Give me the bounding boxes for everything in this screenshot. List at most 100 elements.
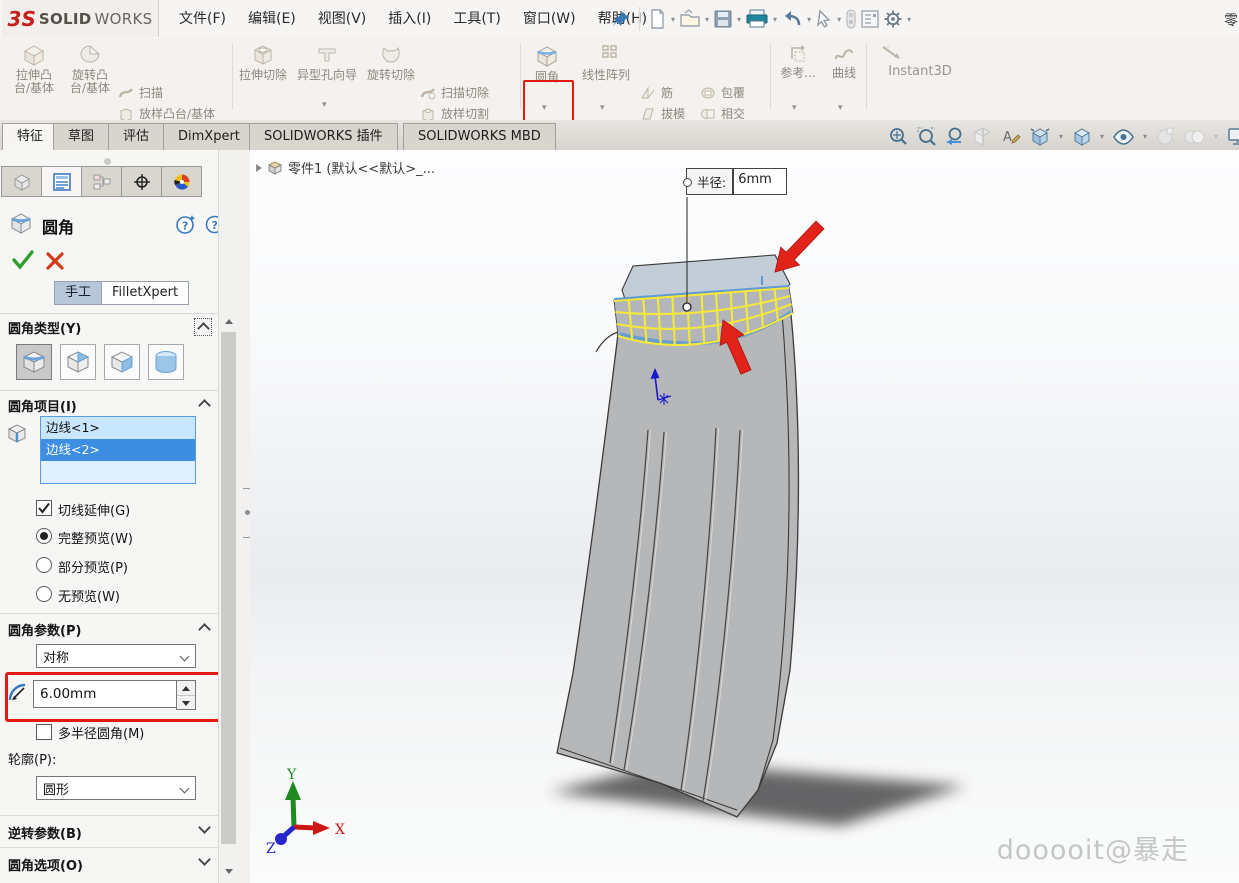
- partial-preview-radio[interactable]: [36, 557, 52, 573]
- collapse-items-button[interactable]: [196, 396, 212, 412]
- display-style-icon[interactable]: [1071, 126, 1092, 147]
- whats-new-help-icon[interactable]: ?: [176, 214, 197, 235]
- hide-show-items-icon[interactable]: [1112, 126, 1135, 147]
- menu-window[interactable]: 窗口(W): [512, 0, 587, 38]
- manual-mode-tab[interactable]: 手工: [54, 281, 102, 305]
- cancel-button[interactable]: [46, 252, 64, 270]
- dropdown-arrow[interactable]: ▾: [837, 15, 841, 24]
- scrollbar-thumb[interactable]: [221, 332, 236, 844]
- menu-file[interactable]: 文件(F): [168, 0, 237, 38]
- expand-options-button[interactable]: [196, 853, 212, 869]
- collapse-fillet-type-button[interactable]: [194, 318, 212, 336]
- dropdown-arrow[interactable]: ▾: [907, 15, 911, 24]
- dropdown-arrow[interactable]: ▾: [773, 15, 777, 24]
- zoom-area-icon[interactable]: [916, 126, 937, 147]
- display-manager-tab[interactable]: [161, 166, 202, 197]
- revolve-boss-button[interactable]: 旋转凸台/基体: [64, 40, 116, 118]
- rib-button[interactable]: 筋: [640, 82, 685, 103]
- profile-dropdown[interactable]: 圆形: [36, 776, 196, 800]
- dropdown-arrow[interactable]: ▾: [322, 100, 327, 110]
- extrude-boss-button[interactable]: 拉伸凸台/基体: [8, 40, 60, 118]
- open-icon[interactable]: [679, 9, 701, 29]
- edit-appearance-icon[interactable]: [1155, 126, 1176, 147]
- tangent-propagation-checkbox[interactable]: [36, 500, 52, 516]
- select-icon[interactable]: [815, 9, 833, 29]
- dropdown-arrow[interactable]: ▾: [671, 15, 675, 24]
- dropdown-arrow[interactable]: ▾: [1143, 132, 1147, 141]
- tab-dimxpert[interactable]: DimXpert: [163, 123, 255, 150]
- zoom-fit-icon[interactable]: [888, 126, 909, 147]
- tab-features[interactable]: 特征: [2, 123, 58, 150]
- instant3d-button[interactable]: Instant3D: [872, 40, 968, 118]
- dropdown-arrow[interactable]: ▾: [600, 103, 605, 113]
- panel-scrollbar[interactable]: [218, 150, 239, 883]
- part-name[interactable]: 零件1 (默认<<默认>_...: [288, 158, 435, 177]
- dimxpert-manager-tab[interactable]: [121, 166, 162, 197]
- model-front-face[interactable]: [557, 314, 798, 817]
- radius-callout[interactable]: 半径: 6mm: [686, 168, 787, 195]
- tab-sw-mbd[interactable]: SOLIDWORKS MBD: [403, 123, 556, 150]
- edge-selection-listbox[interactable]: 边线<1> 边线<2>: [40, 416, 196, 484]
- collapse-parameters-button[interactable]: [196, 620, 212, 636]
- linear-pattern-button[interactable]: 线性阵列: [574, 40, 638, 118]
- view-settings-icon[interactable]: [1226, 126, 1239, 147]
- edge-item-1[interactable]: 边线<1>: [41, 417, 195, 439]
- previous-view-icon[interactable]: [944, 126, 965, 147]
- menu-tools[interactable]: 工具(T): [442, 0, 511, 38]
- scroll-down-button[interactable]: [219, 864, 238, 879]
- filletxpert-mode-tab[interactable]: FilletXpert: [102, 281, 189, 305]
- configuration-manager-tab[interactable]: [81, 166, 122, 197]
- tab-sketch[interactable]: 草图: [53, 123, 109, 150]
- model-canvas[interactable]: [250, 150, 1239, 883]
- reference-geometry-button[interactable]: 参考...: [774, 40, 822, 118]
- undo-icon[interactable]: [781, 9, 803, 29]
- menu-view[interactable]: 视图(V): [307, 0, 378, 38]
- save-icon[interactable]: [713, 9, 733, 29]
- feature-tree-flyout[interactable]: 零件1 (默认<<默认>_...: [256, 158, 435, 177]
- dropdown-arrow[interactable]: ▾: [1100, 132, 1104, 141]
- apply-scene-icon[interactable]: [1183, 126, 1206, 147]
- fillet-button[interactable]: 圆角: [524, 40, 570, 118]
- sweep-cut-button[interactable]: 扫描切除: [420, 82, 489, 103]
- full-round-fillet-button[interactable]: [148, 344, 184, 380]
- menu-edit[interactable]: 编辑(E): [237, 0, 307, 38]
- multi-radius-checkbox[interactable]: [36, 724, 52, 740]
- extrude-cut-button[interactable]: 拉伸切除: [238, 40, 288, 118]
- new-document-icon[interactable]: [647, 8, 667, 30]
- scroll-up-button[interactable]: [219, 314, 238, 329]
- face-fillet-button[interactable]: [104, 344, 140, 380]
- print-icon[interactable]: [745, 9, 769, 29]
- spinner-up-button[interactable]: [177, 681, 195, 696]
- expand-tree-arrow[interactable]: [256, 164, 262, 172]
- symmetry-dropdown[interactable]: 对称: [36, 644, 196, 668]
- wrap-button[interactable]: 包覆: [700, 82, 745, 103]
- panel-resize-handle[interactable]: [104, 158, 111, 165]
- radius-input[interactable]: [33, 680, 177, 708]
- edge-item-2[interactable]: 边线<2>: [41, 439, 195, 461]
- full-preview-radio[interactable]: [36, 528, 52, 544]
- property-manager-tab[interactable]: [41, 166, 82, 197]
- dropdown-arrow[interactable]: ▾: [737, 15, 741, 24]
- dropdown-arrow[interactable]: ▾: [705, 15, 709, 24]
- variable-size-fillet-button[interactable]: [60, 344, 96, 380]
- ok-button[interactable]: [12, 250, 34, 270]
- expand-setback-button[interactable]: [196, 821, 212, 837]
- dropdown-arrow[interactable]: ▾: [807, 15, 811, 24]
- radius-spinner[interactable]: [176, 680, 196, 710]
- hole-wizard-button[interactable]: 异型孔向导: [290, 40, 364, 118]
- revolve-cut-button[interactable]: 旋转切除: [366, 40, 416, 118]
- pin-icon[interactable]: [612, 9, 632, 29]
- dropdown-arrow[interactable]: ▾: [542, 103, 547, 113]
- dropdown-arrow[interactable]: ▾: [1214, 132, 1218, 141]
- section-view-icon[interactable]: [972, 126, 993, 147]
- tab-sw-addins[interactable]: SOLIDWORKS 插件: [249, 123, 398, 150]
- options-gear-icon[interactable]: [883, 9, 903, 29]
- annotation-views-icon[interactable]: A: [1000, 126, 1021, 147]
- sweep-button[interactable]: 扫描: [118, 82, 215, 103]
- tab-evaluate[interactable]: 评估: [108, 123, 164, 150]
- constant-size-fillet-button[interactable]: [16, 344, 52, 380]
- task-pane-icon[interactable]: [860, 9, 880, 29]
- curves-button[interactable]: 曲线: [824, 40, 864, 118]
- dropdown-arrow[interactable]: ▾: [838, 103, 843, 113]
- feature-manager-tab[interactable]: [1, 166, 42, 197]
